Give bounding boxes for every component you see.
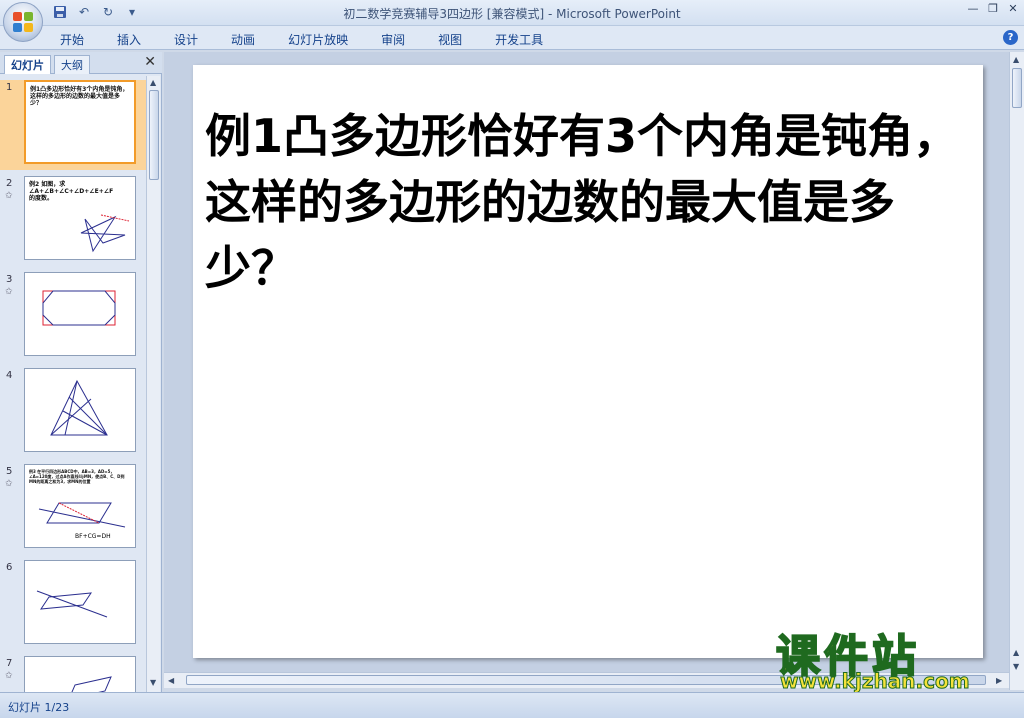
- window-title: 初二数学竞赛辅导3四边形 [兼容模式] - Microsoft PowerPoi…: [343, 7, 681, 21]
- slide-counter: 幻灯片 1/23: [8, 701, 70, 714]
- tab-design[interactable]: 设计: [162, 31, 210, 48]
- thumbnail-figure: [42, 290, 116, 326]
- pane-tabs: 幻灯片 大纲 ✕: [0, 52, 162, 74]
- tab-view[interactable]: 视图: [426, 31, 474, 48]
- thumbnail-preview: [24, 656, 136, 692]
- thumbnail-slide-7[interactable]: 7 ✩: [0, 656, 146, 692]
- slide-title[interactable]: 例1凸多边形恰好有3个内角是钝角，这样的多边形的边数的最大值是多少？: [205, 103, 965, 301]
- tab-slides[interactable]: 幻灯片: [4, 55, 51, 74]
- thumbnail-number: 3: [6, 274, 13, 285]
- slides-pane: 幻灯片 大纲 ✕ 1 例1凸多边形恰好有3个内角是钝角，这样的多边形的边数的最大…: [0, 52, 162, 692]
- thumbnail-slide-6[interactable]: 6: [0, 560, 146, 650]
- scroll-left-icon[interactable]: ◀: [168, 676, 174, 685]
- status-bar: 幻灯片 1/23: [0, 692, 1024, 718]
- restore-icon[interactable]: ❐: [986, 2, 1000, 15]
- scroll-up-icon[interactable]: ▲: [1013, 55, 1019, 64]
- office-button[interactable]: [3, 2, 43, 42]
- previous-slide-icon[interactable]: ▲: [1013, 648, 1019, 657]
- thumbnail-slide-1[interactable]: 1 例1凸多边形恰好有3个内角是钝角，这样的多边形的边数的最大值是多少？: [0, 80, 146, 170]
- thumbnail-preview: [24, 368, 136, 452]
- thumbnail-slide-2[interactable]: 2 ✩ 例2 如图，求 ∠A+∠B+∠C+∠D+∠E+∠F 的度数。: [0, 176, 146, 266]
- tab-animations[interactable]: 动画: [219, 31, 267, 48]
- thumbnail-number: 7: [6, 658, 13, 669]
- office-logo-icon: [13, 12, 33, 32]
- thumbnail-number: 2: [6, 178, 13, 189]
- thumbnail-figure: [50, 379, 108, 436]
- tab-insert[interactable]: 插入: [105, 31, 153, 48]
- scroll-up-icon[interactable]: ▲: [150, 78, 156, 87]
- thumbnail-preview: [24, 272, 136, 356]
- ribbon-tabs-bar: 开始 插入 设计 动画 幻灯片放映 审阅 视图 开发工具 ?: [0, 26, 1024, 50]
- thumbnail-number: 5: [6, 466, 13, 477]
- thumbnail-preview: 例1凸多边形恰好有3个内角是钝角，这样的多边形的边数的最大值是多少？: [24, 80, 136, 164]
- window-controls: — ❐ ✕: [966, 2, 1020, 15]
- watermark: 课件站 www.kjzhan.com: [770, 620, 1010, 694]
- pane-close-icon[interactable]: ✕: [144, 54, 156, 70]
- thumbnail-preview: 例3 在平行四边形ABCD中，AB=3，AD=5，∠A=120度，过点A作直线l…: [24, 464, 136, 548]
- tab-outline[interactable]: 大纲: [54, 55, 90, 74]
- thumbnail-preview: [24, 560, 136, 644]
- tab-developer[interactable]: 开发工具: [483, 31, 555, 48]
- thumbnail-scrollbar[interactable]: ▲ ▼: [146, 76, 160, 692]
- slide-canvas[interactable]: 例1凸多边形恰好有3个内角是钝角，这样的多边形的边数的最大值是多少？: [193, 65, 983, 658]
- slide-vertical-scrollbar[interactable]: ▲ ▲ ▼: [1009, 52, 1024, 690]
- animation-star-icon: ✩: [5, 191, 13, 201]
- close-icon[interactable]: ✕: [1006, 2, 1020, 15]
- thumbnail-number: 1: [6, 82, 13, 93]
- thumbnail-slide-4[interactable]: 4: [0, 368, 146, 458]
- thumbnail-figure: [36, 590, 108, 618]
- thumbnail-text: 例1凸多边形恰好有3个内角是钝角，这样的多边形的边数的最大值是多少？: [30, 86, 129, 107]
- thumbnail-slide-3[interactable]: 3 ✩: [0, 272, 146, 362]
- animation-star-icon: ✩: [5, 671, 13, 681]
- thumbnail-figure: [71, 676, 112, 692]
- title-bar: ↶ ↻ ▾ 初二数学竞赛辅导3四边形 [兼容模式] - Microsoft Po…: [0, 0, 1024, 26]
- animation-star-icon: ✩: [5, 287, 13, 297]
- scroll-down-icon[interactable]: ▼: [150, 678, 156, 687]
- scrollbar-thumb[interactable]: [1012, 68, 1022, 108]
- help-icon[interactable]: ?: [1003, 30, 1018, 45]
- thumbnail-number: 4: [6, 370, 13, 381]
- scrollbar-thumb[interactable]: [149, 90, 159, 180]
- minimize-icon[interactable]: —: [966, 2, 980, 15]
- tab-slideshow[interactable]: 幻灯片放映: [276, 31, 360, 48]
- watermark-url: www.kjzhan.com: [780, 669, 971, 694]
- thumbnail-figure: [80, 214, 130, 253]
- tab-home[interactable]: 开始: [60, 31, 96, 48]
- animation-star-icon: ✩: [5, 479, 13, 489]
- thumbnail-slide-5[interactable]: 5 ✩ 例3 在平行四边形ABCD中，AB=3，AD=5，∠A=120度，过点A…: [0, 464, 146, 554]
- thumbnail-caption: BF+CG=DH: [75, 533, 111, 540]
- thumbnail-number: 6: [6, 562, 13, 573]
- thumbnail-preview: 例2 如图，求 ∠A+∠B+∠C+∠D+∠E+∠F 的度数。: [24, 176, 136, 260]
- next-slide-icon[interactable]: ▼: [1013, 662, 1019, 671]
- tab-review[interactable]: 审阅: [369, 31, 417, 48]
- thumbnail-list: 1 例1凸多边形恰好有3个内角是钝角，这样的多边形的边数的最大值是多少？ 2 ✩…: [0, 76, 146, 692]
